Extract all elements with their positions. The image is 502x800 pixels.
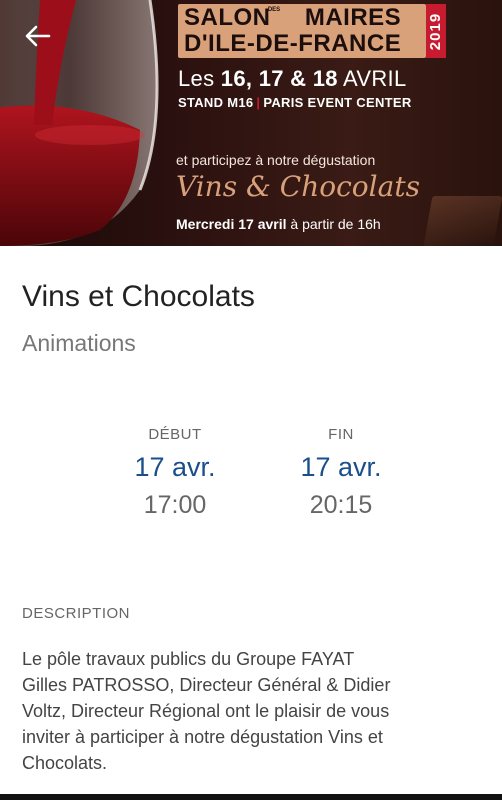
salon-title-line2: D'ILE-DE-FRANCE (184, 30, 402, 57)
stand-text: STAND M16 (178, 95, 254, 110)
end-label: FIN (328, 426, 354, 443)
end-date: 17 avr. (300, 452, 382, 482)
arrow-left-icon (25, 25, 51, 47)
banner-stand: STAND M16 | PARIS EVENT CENTER (178, 95, 412, 110)
event-category: Animations (22, 330, 136, 356)
salon-title-line1: SALON MAIRES (184, 5, 426, 31)
venue-text: PARIS EVENT CENTER (263, 95, 412, 110)
description-text: Le pôle travaux publics du Groupe FAYAT … (22, 649, 391, 773)
bottom-bar (0, 794, 502, 800)
stand-separator: | (256, 95, 261, 110)
dates-month: AVRIL (337, 66, 407, 91)
description-label: DESCRIPTION (22, 605, 131, 622)
dates-days: 16, 17 & 18 (220, 66, 338, 91)
mercredi-date: Mercredi 17 avril (176, 216, 287, 232)
salon-word: SALON (184, 4, 271, 31)
mercredi-time: à partir de 16h (286, 216, 381, 232)
year-text: 2019 (427, 12, 445, 50)
banner-date-time: Mercredi 17 avril à partir de 16h (176, 216, 381, 232)
back-button[interactable] (16, 18, 60, 54)
des-word: DES (267, 7, 281, 13)
end-block: FIN 17 avr. 20:15 (271, 426, 411, 520)
salon-title-block: SALON MAIRES DES D'ILE-DE-FRANCE (178, 4, 426, 58)
chocolate-illustration (423, 196, 502, 246)
end-time: 20:15 (309, 491, 373, 519)
dates-prefix: Les (178, 66, 221, 91)
year-badge: 2019 (426, 4, 446, 58)
maires-word: MAIRES (304, 4, 402, 31)
start-time: 17:00 (143, 491, 207, 519)
banner-participez: et participez à notre dégustation (176, 152, 376, 168)
start-date: 17 avr. (134, 452, 216, 482)
banner-dates: Les 16, 17 & 18 AVRIL (178, 66, 407, 92)
start-label: DÉBUT (148, 426, 202, 443)
event-banner-image: SALON MAIRES DES D'ILE-DE-FRANCE 2019 Le… (0, 0, 502, 246)
event-title: Vins et Chocolats (22, 280, 255, 313)
banner-script-title: Vins & Chocolats (176, 170, 420, 203)
start-block: DÉBUT 17 avr. 17:00 (105, 426, 245, 520)
